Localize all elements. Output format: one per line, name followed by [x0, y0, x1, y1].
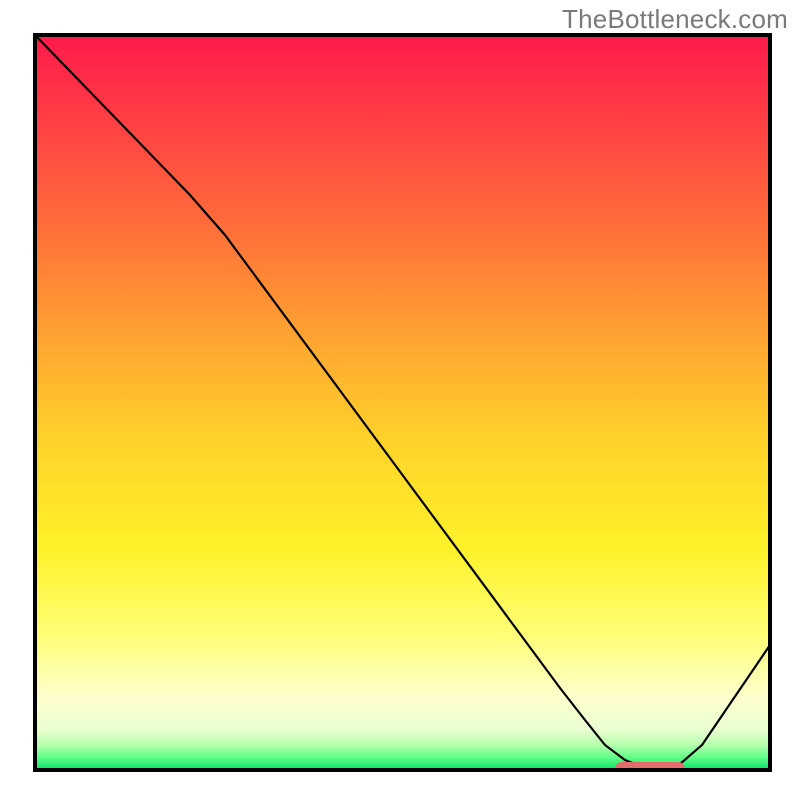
heat-gradient-area	[35, 35, 770, 770]
chart-container: { "watermark": "TheBottleneck.com", "cha…	[0, 0, 800, 800]
watermark-text: TheBottleneck.com	[562, 4, 788, 35]
bottleneck-chart	[0, 0, 800, 800]
